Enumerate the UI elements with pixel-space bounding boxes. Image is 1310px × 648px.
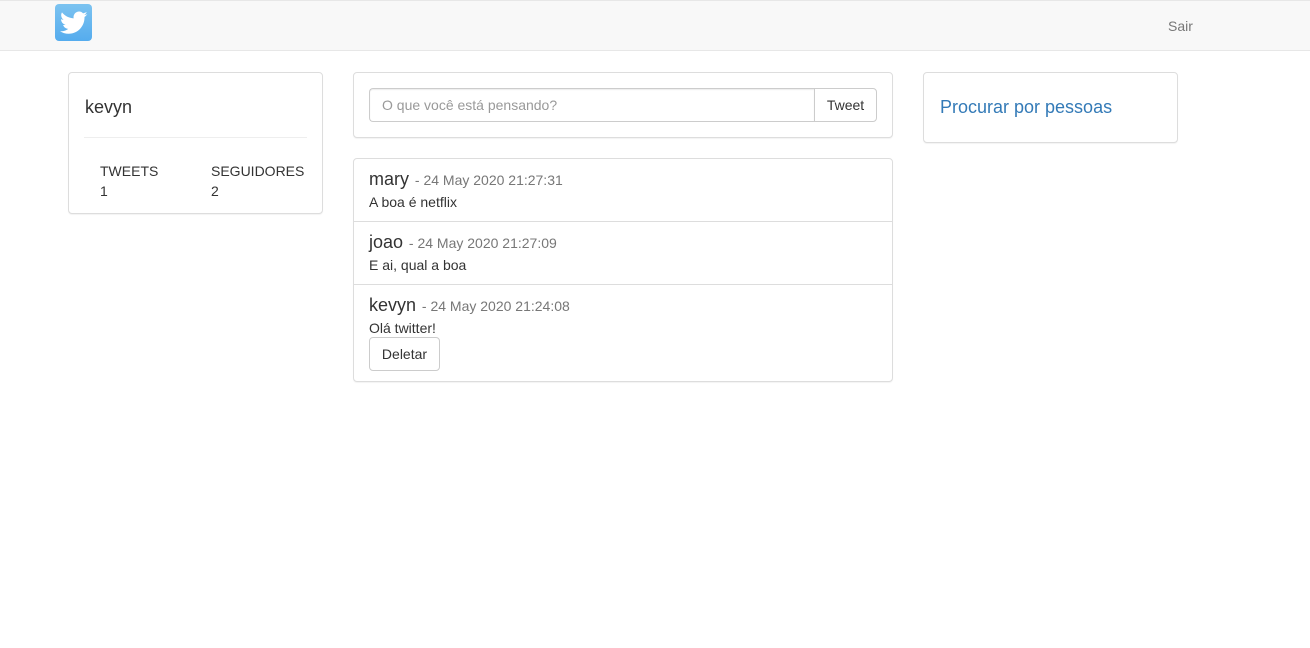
stat-followers-value: 2 — [211, 183, 219, 199]
tweet-date: - 24 May 2020 21:24:08 — [421, 298, 570, 314]
navbar: Sair — [0, 0, 1310, 51]
tweet-button[interactable]: Tweet — [814, 88, 877, 122]
stat-tweets-value: 1 — [100, 183, 108, 199]
tweet-author: kevyn — [369, 295, 417, 315]
twitter-bird-icon — [59, 10, 88, 34]
tweet-author: joao — [369, 232, 404, 252]
stat-tweets-label: TWEETS — [100, 163, 159, 179]
compose-card: Tweet — [353, 72, 893, 138]
tweet-header: mary - 24 May 2020 21:27:31 — [369, 169, 563, 190]
tweet-date: - 24 May 2020 21:27:31 — [414, 172, 563, 188]
stat-followers-label: SEGUIDORES — [211, 163, 305, 179]
tweet-header: joao - 24 May 2020 21:27:09 — [369, 232, 557, 253]
tweet-item: joao - 24 May 2020 21:27:09 E ai, qual a… — [354, 222, 892, 285]
search-people-card: Procurar por pessoas — [923, 72, 1178, 143]
tweet-author: mary — [369, 169, 409, 189]
stat-tweets: TWEETS 1 — [100, 161, 158, 201]
tweet-feed: mary - 24 May 2020 21:27:31 A boa é netf… — [353, 158, 893, 382]
search-people-link[interactable]: Procurar por pessoas — [940, 97, 1112, 118]
stat-followers: SEGUIDORES 2 — [211, 161, 304, 201]
tweet-input[interactable] — [369, 88, 814, 122]
tweet-header: kevyn - 24 May 2020 21:24:08 — [369, 295, 570, 316]
compose-input-group: Tweet — [369, 88, 877, 122]
tweet-text: E ai, qual a boa — [369, 257, 467, 273]
delete-tweet-button[interactable]: Deletar — [369, 337, 440, 371]
tweet-item: mary - 24 May 2020 21:27:31 A boa é netf… — [354, 159, 892, 222]
profile-username: kevyn — [85, 97, 133, 117]
tweet-text: Olá twitter! — [369, 320, 436, 336]
logout-link[interactable]: Sair — [1168, 18, 1193, 34]
profile-card: kevyn TWEETS 1 SEGUIDORES 2 — [68, 72, 323, 214]
profile-divider — [84, 137, 307, 138]
tweet-text: A boa é netflix — [369, 194, 457, 210]
twitter-logo-icon[interactable] — [55, 4, 92, 41]
tweet-date: - 24 May 2020 21:27:09 — [408, 235, 557, 251]
